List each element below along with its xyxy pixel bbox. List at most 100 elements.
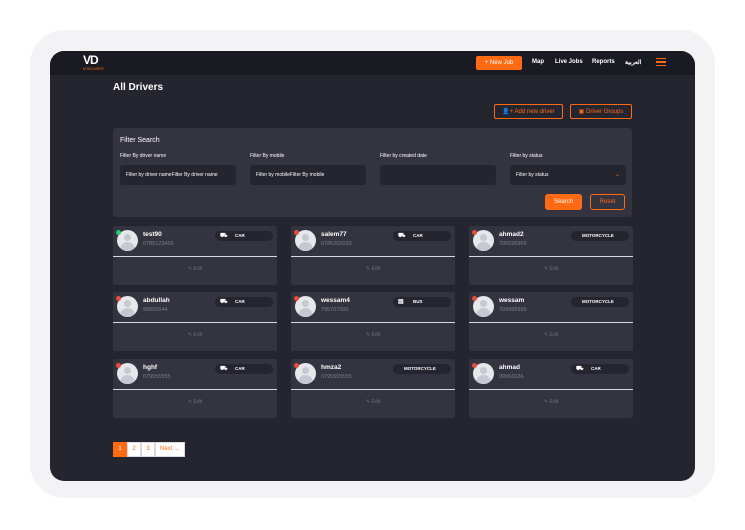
driver-card: hghf 079555555 ⛟ CAR ✎ Edit — [113, 359, 277, 418]
driver-phone: 795707000 — [321, 307, 349, 313]
driver-name: ahmad2 — [499, 231, 524, 238]
search-button[interactable]: Search — [545, 194, 582, 210]
app-window: VD M DELIVERY + New Job Map Live Jobs Re… — [50, 51, 695, 481]
filter-panel: Filter Search Filter By driver name Filt… — [113, 128, 632, 217]
avatar-head — [302, 234, 309, 241]
edit-driver-link[interactable]: ✎ Edit — [291, 399, 455, 405]
driver-groups-button[interactable]: ▣ Driver Groups — [570, 104, 632, 119]
vehicle-badge: ⛟ CAR — [215, 364, 273, 374]
card-divider — [113, 322, 277, 323]
driver-card: hmza2 0795555555 MOTORCYCLE ✎ Edit — [291, 359, 455, 418]
status-dot — [116, 230, 121, 235]
vehicle-type: CAR — [235, 233, 245, 238]
vehicle-type: MOTORCYCLE — [582, 299, 614, 304]
created-date-filter-input[interactable] — [380, 165, 496, 185]
status-dot — [294, 230, 299, 235]
avatar-head — [124, 367, 131, 374]
add-new-driver-button[interactable]: 👤+ Add new driver — [494, 104, 563, 119]
edit-driver-link[interactable]: ✎ Edit — [469, 266, 633, 272]
edit-driver-link[interactable]: ✎ Edit — [469, 399, 633, 405]
nav-link-language[interactable]: العربية — [625, 59, 641, 66]
edit-driver-link[interactable]: ✎ Edit — [113, 399, 277, 405]
vehicle-badge: MOTORCYCLE — [393, 364, 451, 374]
car-icon: ⛟ — [398, 233, 406, 239]
edit-label: Edit — [549, 399, 559, 405]
edit-label: Edit — [549, 266, 559, 272]
avatar-head — [302, 300, 309, 307]
card-divider — [469, 389, 633, 390]
brand-logo[interactable]: VD M DELIVERY — [83, 53, 113, 73]
driver-name: wessam4 — [321, 297, 350, 304]
edit-label: Edit — [371, 266, 381, 272]
add-new-driver-label: Add new driver — [514, 109, 555, 115]
status-dot — [294, 363, 299, 368]
mobile-filter-input[interactable]: Filter by mobileFilter By mobile — [250, 165, 366, 185]
avatar-body — [120, 308, 135, 317]
edit-driver-link[interactable]: ✎ Edit — [113, 332, 277, 338]
driver-card-header: ahmad 99966636 ⛟ CAR — [469, 359, 633, 389]
status-dot — [116, 296, 121, 301]
page-2-button[interactable]: 2 — [127, 442, 141, 457]
driver-name-filter-input[interactable]: Filter by driver nameFilter By driver na… — [120, 165, 236, 185]
edit-label: Edit — [549, 332, 559, 338]
driver-card: wessam4 795707000 ▤ BUS ✎ Edit — [291, 292, 455, 351]
nav-link-reports[interactable]: Reports — [592, 59, 615, 65]
car-icon: ⛟ — [220, 233, 228, 239]
driver-phone: 0785123456 — [143, 241, 174, 247]
page-3-button[interactable]: 3 — [141, 442, 155, 457]
status-filter-label: Filter by status — [510, 153, 543, 159]
vehicle-badge: MOTORCYCLE — [571, 231, 629, 241]
driver-card: salem77 0785202020 ⛟ CAR ✎ Edit — [291, 226, 455, 285]
created-date-filter-label: Filter by created date — [380, 153, 427, 159]
nav-link-live-jobs[interactable]: Live Jobs — [555, 59, 583, 65]
chevron-down-icon: ⌄ — [614, 172, 620, 178]
vehicle-type: CAR — [235, 366, 245, 371]
card-divider — [113, 389, 277, 390]
vehicle-type: MOTORCYCLE — [404, 366, 436, 371]
bus-icon: ▤ — [398, 299, 404, 305]
driver-card-header: wessam4 795707000 ▤ BUS — [291, 292, 455, 322]
vehicle-badge: ⛟ CAR — [393, 231, 451, 241]
driver-groups-label: Driver Groups — [586, 109, 624, 115]
edit-driver-link[interactable]: ✎ Edit — [291, 266, 455, 272]
vehicle-badge: ⛟ CAR — [571, 364, 629, 374]
status-dot — [294, 296, 299, 301]
vehicle-badge: ▤ BUS — [393, 297, 451, 307]
avatar-head — [124, 300, 131, 307]
nav-link-map[interactable]: Map — [532, 59, 544, 65]
status-filter-select[interactable]: Filter by status ⌄ — [510, 165, 626, 185]
driver-card: ahmad2 795696969 MOTORCYCLE ✎ Edit — [469, 226, 633, 285]
reset-button[interactable]: Reset — [590, 194, 625, 210]
avatar-head — [480, 234, 487, 241]
group-icon: ▣ — [578, 109, 586, 115]
status-dot — [472, 296, 477, 301]
next-page-button[interactable]: Next → — [155, 442, 186, 457]
avatar-body — [476, 308, 491, 317]
driver-phone: 0795555555 — [321, 374, 352, 380]
car-icon: ⛟ — [220, 366, 228, 372]
edit-driver-link[interactable]: ✎ Edit — [291, 332, 455, 338]
pagination: 1 2 3 Next → — [113, 442, 186, 457]
new-job-button[interactable]: + New Job — [476, 56, 522, 70]
card-divider — [113, 256, 277, 257]
driver-phone: 99966636 — [499, 374, 524, 380]
driver-card-header: hghf 079555555 ⛟ CAR — [113, 359, 277, 389]
driver-card-header: abdullah 99665544 ⛟ CAR — [113, 292, 277, 322]
status-dot — [472, 230, 477, 235]
page-1-button[interactable]: 1 — [113, 442, 127, 457]
avatar-head — [480, 367, 487, 374]
edit-driver-link[interactable]: ✎ Edit — [113, 266, 277, 272]
driver-phone: 799999999 — [499, 307, 527, 313]
edit-driver-link[interactable]: ✎ Edit — [469, 332, 633, 338]
driver-phone: 0785202020 — [321, 241, 352, 247]
add-user-icon: 👤+ — [502, 109, 515, 115]
logo-mark: VD — [83, 53, 99, 67]
avatar-body — [476, 375, 491, 384]
logo-subtitle: M DELIVERY — [83, 67, 105, 71]
card-divider — [291, 256, 455, 257]
edit-label: Edit — [193, 266, 203, 272]
edit-label: Edit — [371, 332, 381, 338]
menu-icon[interactable] — [656, 58, 666, 66]
driver-card-header: hmza2 0795555555 MOTORCYCLE — [291, 359, 455, 389]
vehicle-badge: ⛟ CAR — [215, 231, 273, 241]
